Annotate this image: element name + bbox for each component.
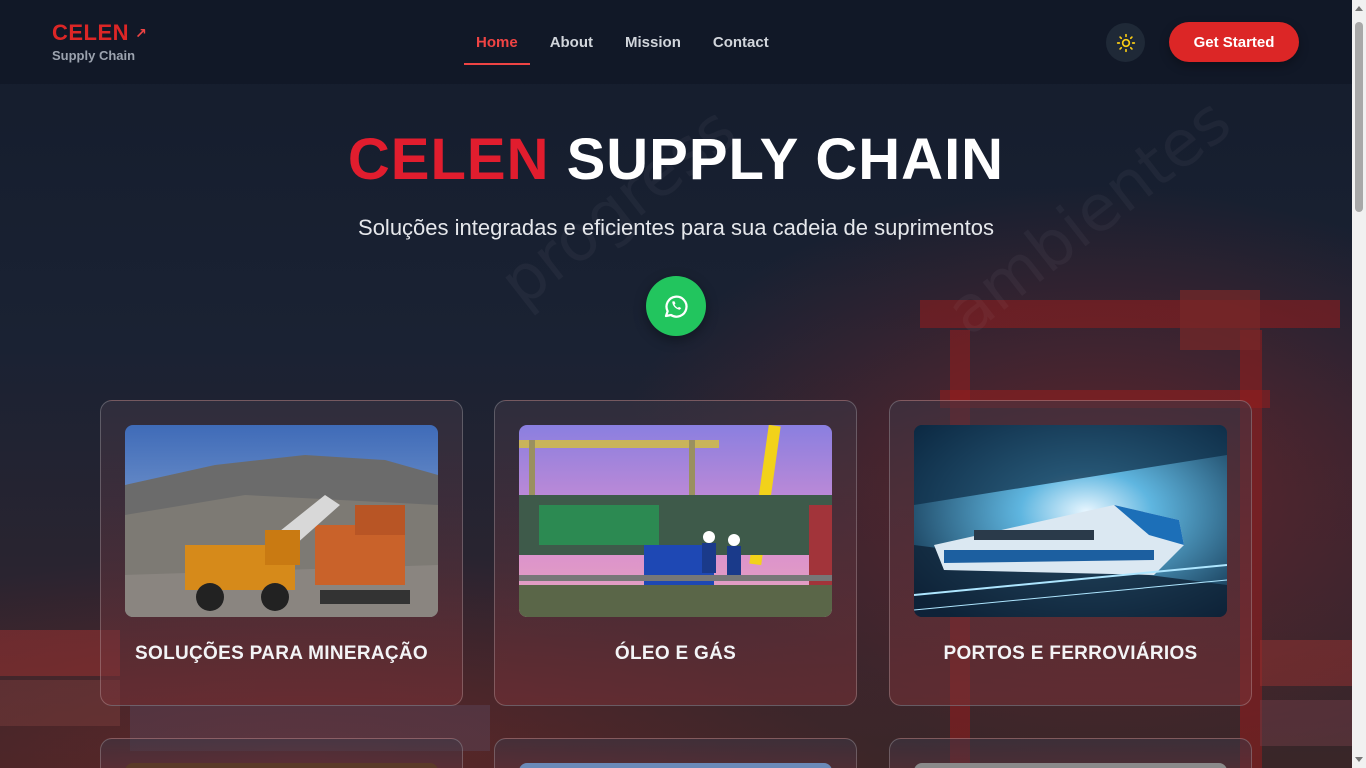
nav-about[interactable]: About [538, 24, 605, 65]
train-image [914, 425, 1227, 617]
navbar: CELEN ↗ Supply Chain Home About Mission … [0, 0, 1352, 84]
hero-title-rest: SUPPLY CHAIN [566, 127, 1005, 192]
hero-title-accent: CELEN [347, 127, 550, 192]
brand-name: CELEN [52, 20, 130, 45]
card-row2-3[interactable] [889, 738, 1252, 768]
arrow-up-right-icon: ↗ [135, 24, 148, 41]
card-image [519, 763, 832, 768]
card-label: SOLUÇÕES PARA MINERAÇÃO [135, 643, 428, 664]
theme-toggle-button[interactable] [1106, 23, 1145, 62]
card-ports-railways[interactable]: PORTOS E FERROVIÁRIOS [889, 400, 1252, 706]
card-label: PORTOS E FERROVIÁRIOS [943, 643, 1198, 664]
sun-icon [1116, 33, 1135, 52]
oil-gas-image [519, 425, 832, 617]
hero-title: CELEN SUPPLY CHAIN [0, 126, 1352, 193]
card-oil-gas[interactable]: ÓLEO E GÁS [494, 400, 857, 706]
card-label: ÓLEO E GÁS [614, 643, 737, 664]
page-scrollbar[interactable] [1352, 0, 1366, 768]
scroll-down-arrow-icon[interactable] [1355, 757, 1363, 762]
card-image [125, 763, 438, 768]
scroll-up-arrow-icon[interactable] [1355, 6, 1363, 11]
get-started-button[interactable]: Get Started [1169, 22, 1299, 62]
card-image [914, 763, 1227, 768]
scroll-thumb[interactable] [1355, 22, 1363, 212]
mining-image [125, 425, 438, 617]
card-row2-2[interactable] [494, 738, 857, 768]
whatsapp-icon [664, 295, 688, 318]
card-mining[interactable]: SOLUÇÕES PARA MINERAÇÃO [100, 400, 463, 706]
card-row2-1[interactable] [100, 738, 463, 768]
nav-mission[interactable]: Mission [613, 24, 693, 65]
hero-subtitle: Soluções integradas e eficientes para su… [358, 215, 994, 240]
brand-subtitle: Supply Chain [52, 48, 136, 63]
nav-links: Home About Mission Contact [464, 24, 789, 65]
nav-home[interactable]: Home [464, 24, 530, 65]
brand-logo[interactable]: CELEN ↗ Supply Chain [52, 20, 147, 63]
nav-contact[interactable]: Contact [701, 24, 781, 65]
whatsapp-button[interactable] [646, 276, 706, 336]
